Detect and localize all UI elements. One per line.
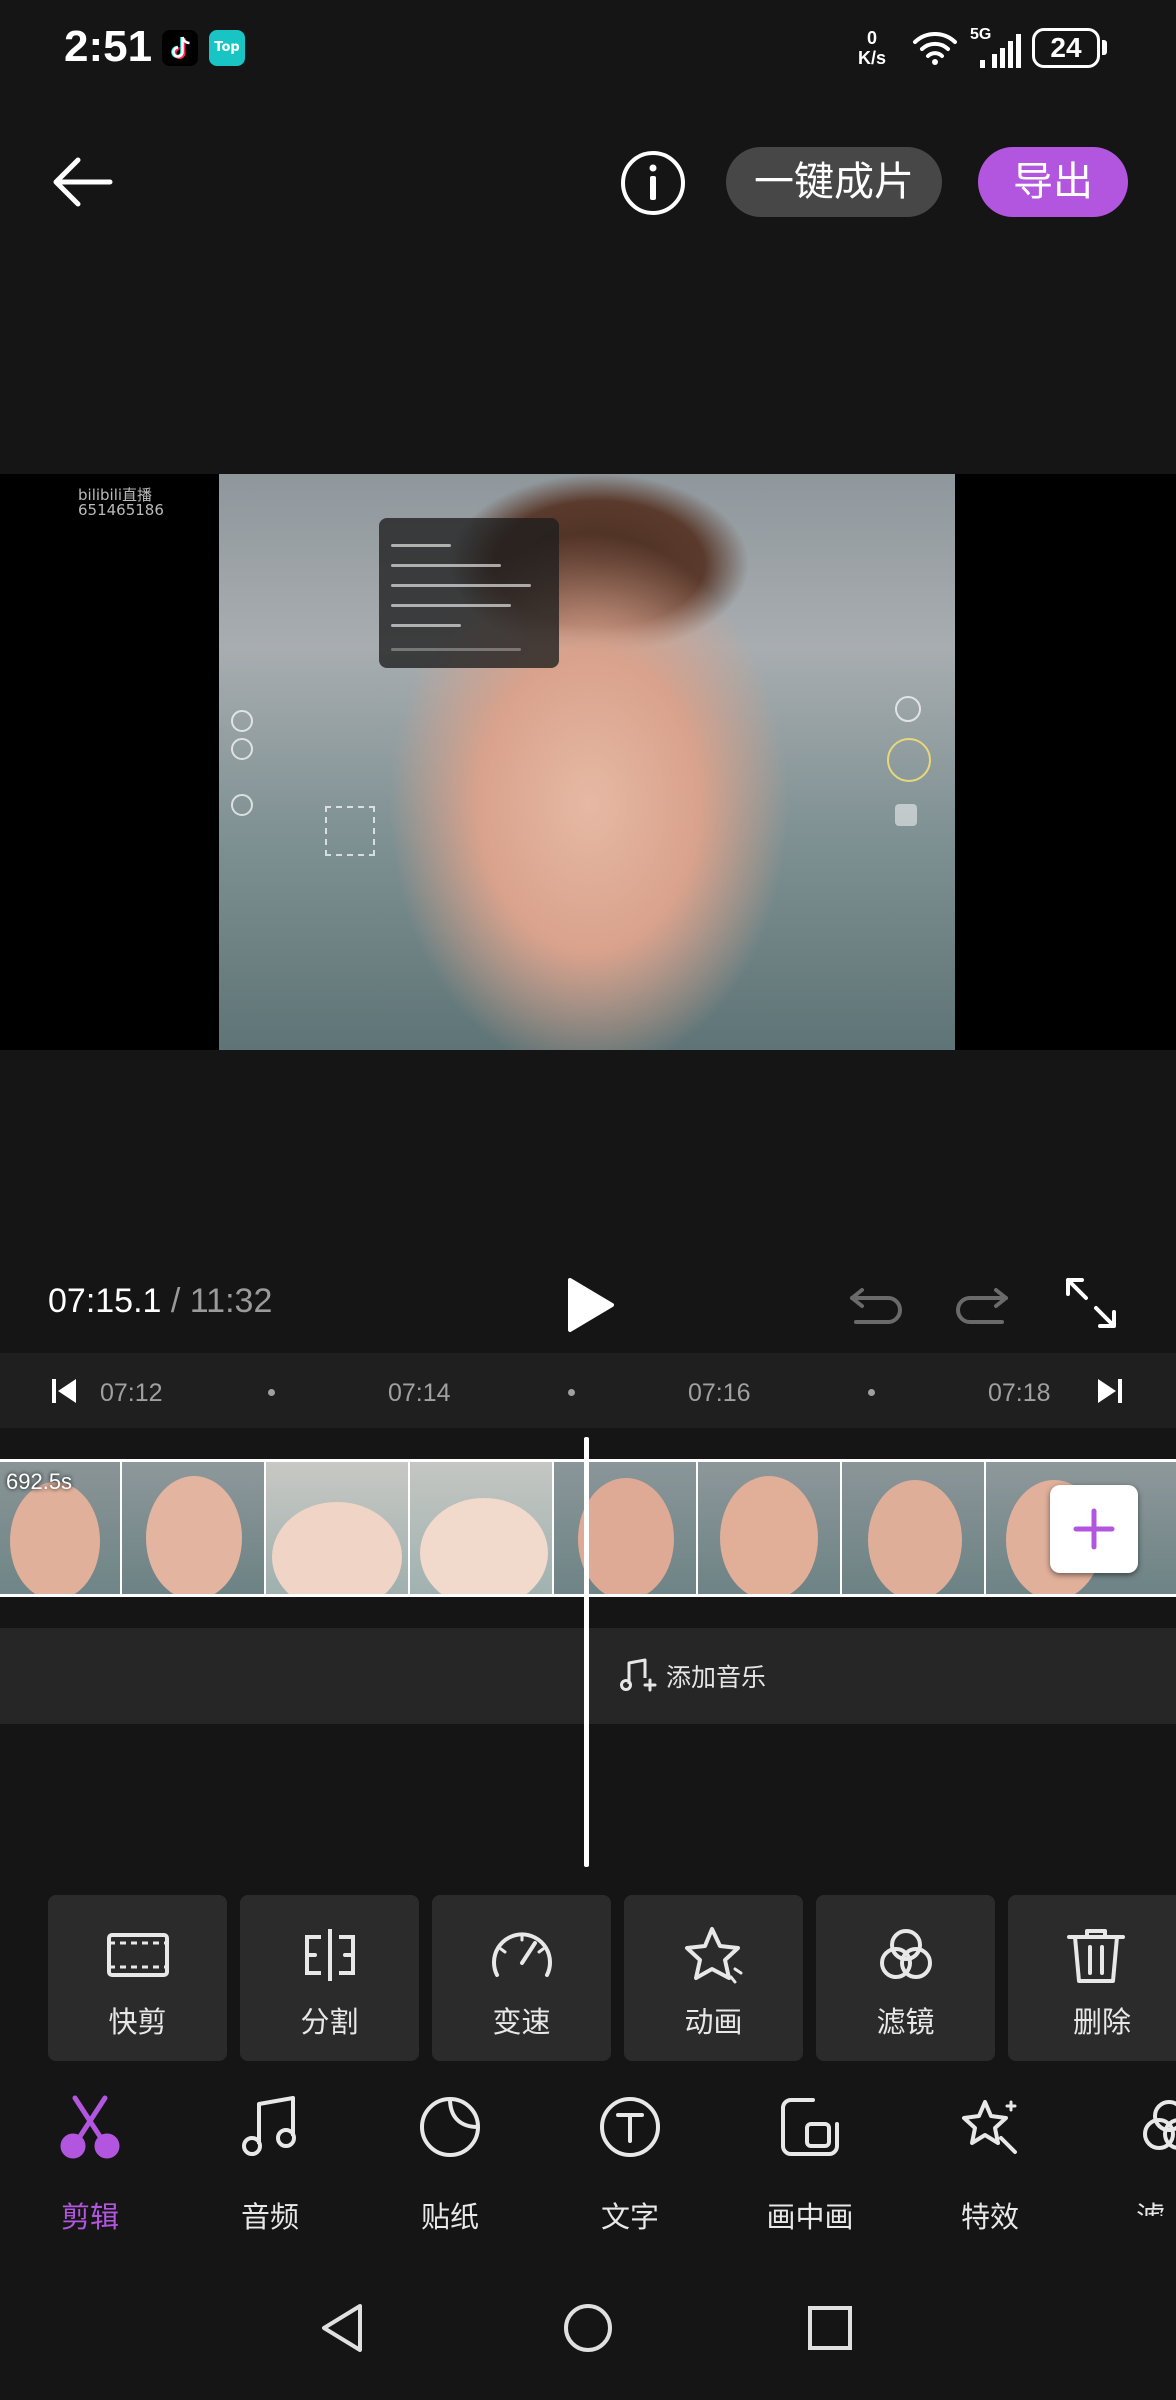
quick-cut-icon — [103, 1925, 173, 1985]
nav-label: 画中画 — [766, 2200, 854, 2234]
nav-label: 音频 — [240, 2200, 299, 2234]
tool-label: 变速 — [492, 2005, 551, 2039]
effects-icon — [957, 2094, 1023, 2160]
redo-icon[interactable] — [954, 1284, 1010, 1324]
add-music-icon[interactable] — [620, 1658, 658, 1692]
current-time: 07:15.1 — [48, 1282, 162, 1320]
top-app-icon: Top — [209, 30, 245, 66]
system-back-icon[interactable] — [318, 2302, 366, 2354]
clip-thumbnail — [842, 1462, 984, 1594]
tool-speed[interactable]: 变速 — [432, 1895, 611, 2061]
video-preview[interactable]: bilibili直播 651465186 — [0, 474, 1176, 1050]
total-time: 11:32 — [189, 1282, 273, 1320]
plus-icon — [1073, 1508, 1115, 1550]
tool-quick-cut[interactable]: 快剪 — [48, 1895, 227, 2061]
nav-edit[interactable]: 剪辑 — [20, 2086, 160, 2234]
timeline-ruler[interactable]: 07:12 07:14 07:16 07:18 — [0, 1353, 1176, 1428]
skip-to-end-icon[interactable] — [1096, 1377, 1124, 1405]
tool-animation[interactable]: 动画 — [624, 1895, 803, 2061]
ruler-dot — [568, 1389, 575, 1396]
nav-effects[interactable]: 特效 — [920, 2086, 1060, 2234]
nav-text[interactable]: 文字 — [560, 2086, 700, 2234]
tool-label: 分割 — [300, 2005, 359, 2039]
status-bar: 2:51 Top 0 K/s 5G 24 — [0, 0, 1176, 100]
tool-label: 滤镜 — [876, 2005, 935, 2039]
watermark-line2: 651465186 — [78, 501, 164, 519]
video-frame — [219, 474, 955, 1050]
clip-thumbnail — [266, 1462, 408, 1594]
scissors-icon — [57, 2094, 123, 2160]
tool-split[interactable]: 分割 — [240, 1895, 419, 2061]
system-home-icon[interactable] — [562, 2302, 614, 2354]
camera-control — [231, 794, 253, 816]
tool-filter[interactable]: 滤镜 — [816, 1895, 995, 2061]
battery-tip — [1102, 40, 1107, 55]
camera-control — [895, 696, 921, 722]
nav-filter[interactable]: 滤 — [1100, 2086, 1176, 2216]
nav-picture-in-picture[interactable]: 画中画 — [740, 2086, 880, 2234]
split-icon — [295, 1925, 365, 1985]
gallery-thumb — [895, 804, 917, 826]
camera-control — [231, 738, 253, 760]
tool-label: 快剪 — [108, 2005, 167, 2039]
focus-frame-icon — [325, 806, 375, 856]
sticker-icon — [417, 2094, 483, 2160]
nav-label: 贴纸 — [420, 2200, 479, 2234]
ruler-dot — [268, 1389, 275, 1396]
clip-thumbnail — [554, 1462, 696, 1594]
arrow-left-icon[interactable] — [48, 152, 118, 212]
skip-to-start-icon[interactable] — [50, 1377, 78, 1405]
tool-label: 删除 — [1072, 2005, 1131, 2039]
ruler-tick: 07:12 — [100, 1379, 163, 1407]
status-time: 2:51 — [64, 22, 153, 71]
camera-control — [231, 710, 253, 732]
filter-icon — [1136, 2094, 1176, 2160]
info-circle-icon[interactable] — [620, 150, 686, 216]
chat-overlay — [379, 518, 559, 668]
system-recents-icon[interactable] — [806, 2304, 854, 2352]
nav-label: 文字 — [600, 2200, 659, 2234]
clip-duration: 692.5s — [6, 1469, 73, 1494]
text-icon — [597, 2094, 663, 2160]
playback-time: 07:15.1 / 11:32 — [48, 1282, 272, 1321]
time-separator: / — [161, 1282, 190, 1320]
nav-audio[interactable]: 音频 — [200, 2086, 340, 2234]
playhead[interactable] — [584, 1437, 589, 1867]
export-button[interactable]: 导出 — [978, 147, 1128, 217]
animation-star-icon — [679, 1925, 749, 1985]
signal-icon — [978, 34, 1022, 68]
clip-thumbnail — [410, 1462, 552, 1594]
play-icon[interactable] — [564, 1276, 616, 1334]
tool-delete[interactable]: 删除 — [1008, 1895, 1176, 2061]
net-speed-unit: K/s — [858, 48, 887, 68]
nav-sticker[interactable]: 贴纸 — [380, 2086, 520, 2234]
undo-icon[interactable] — [848, 1284, 904, 1324]
watermark: bilibili直播 651465186 — [78, 488, 164, 518]
wifi-icon — [912, 30, 958, 66]
nav-label: 滤 — [1136, 2194, 1165, 2216]
clip-thumbnail — [122, 1462, 264, 1594]
picture-in-picture-icon — [777, 2094, 843, 2160]
ruler-dot — [868, 1389, 875, 1396]
ruler-tick: 07:14 — [388, 1379, 451, 1407]
battery-level: 24 — [1032, 28, 1100, 68]
add-clip-button[interactable] — [1050, 1485, 1138, 1573]
speed-gauge-icon — [487, 1925, 557, 1985]
trash-icon — [1061, 1925, 1131, 1985]
music-note-icon — [237, 2094, 303, 2160]
fullscreen-icon[interactable] — [1064, 1276, 1118, 1330]
nav-label: 特效 — [960, 2200, 1019, 2234]
tool-label: 动画 — [684, 2005, 743, 2039]
ruler-tick: 07:18 — [988, 1379, 1051, 1407]
one-click-video-button[interactable]: 一键成片 — [726, 147, 942, 217]
net-speed-value: 0 — [867, 28, 878, 48]
filter-circles-icon — [871, 1925, 941, 1985]
ruler-tick: 07:16 — [688, 1379, 751, 1407]
tiktok-icon — [162, 30, 198, 66]
shutter-icon — [887, 738, 931, 782]
clip-thumbnail — [698, 1462, 840, 1594]
add-music-button[interactable]: 添加音乐 — [666, 1658, 766, 1694]
network-speed: 0 K/s — [858, 28, 886, 68]
nav-label: 剪辑 — [60, 2200, 119, 2234]
